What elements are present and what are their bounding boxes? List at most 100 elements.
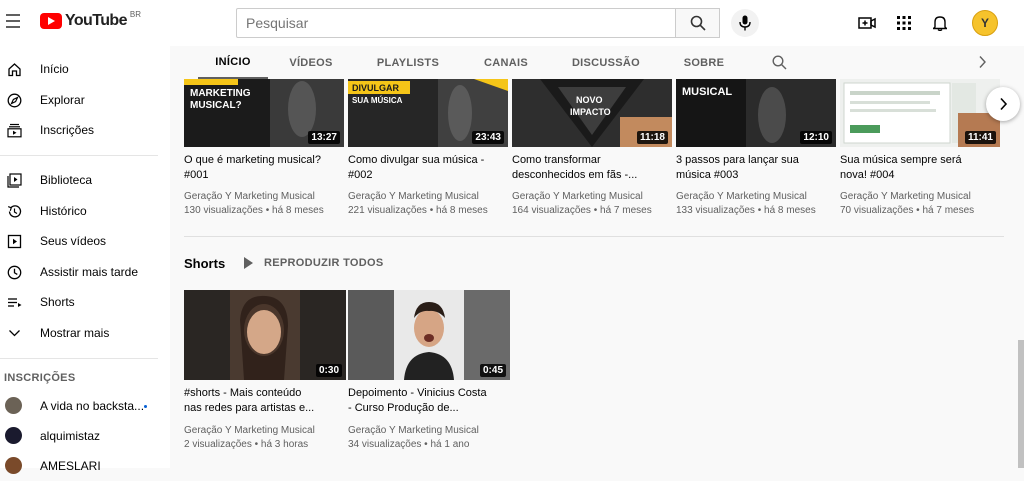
menu-icon[interactable] xyxy=(6,14,22,30)
view-count: 221 visualizações xyxy=(348,205,427,216)
video-channel[interactable]: Geração Y Marketing Musical xyxy=(840,191,1000,202)
video-meta: 164 visualizações • há 7 meses xyxy=(512,205,682,216)
sidebar-item-show-more[interactable]: Mostrar mais xyxy=(0,318,170,348)
sidebar-divider xyxy=(0,358,158,359)
video-title[interactable]: Depoimento - Vinicius Costa - Curso Prod… xyxy=(348,386,508,416)
history-icon xyxy=(6,203,22,219)
video-title[interactable]: O que é marketing musical? #001 xyxy=(184,153,344,183)
meta-separator: • xyxy=(265,205,270,216)
sidebar-item-subscriptions[interactable]: Inscrições xyxy=(0,115,170,145)
upload-age: há 7 meses xyxy=(922,205,975,216)
channel-search-button[interactable] xyxy=(772,55,787,75)
shelf-divider xyxy=(184,236,1004,237)
subscription-label: AMESLARI xyxy=(40,459,101,473)
account-avatar[interactable]: Y xyxy=(972,10,998,36)
sidebar-item-label: Biblioteca xyxy=(40,173,93,187)
video-meta: 2 visualizações • há 3 horas xyxy=(184,439,354,450)
video-channel[interactable]: Geração Y Marketing Musical xyxy=(184,191,344,202)
create-video-icon xyxy=(858,17,876,29)
tab-inicio[interactable]: INÍCIO xyxy=(198,46,268,79)
tab-playlists[interactable]: PLAYLISTS xyxy=(366,46,450,79)
search-input[interactable] xyxy=(237,9,675,37)
sidebar-item-label: Mostrar mais xyxy=(40,326,110,340)
notifications-button[interactable] xyxy=(930,13,950,33)
video-thumbnail[interactable]: NOVO IMPACTO 11:18 xyxy=(512,79,672,147)
sidebar-item-label: Assistir mais tarde xyxy=(40,265,139,279)
sidebar-item-shorts[interactable]: Shorts xyxy=(0,287,170,317)
short-thumbnail[interactable]: 0:30 xyxy=(184,290,346,380)
video-title[interactable]: Sua música sempre será nova! #004 xyxy=(840,153,1000,183)
mic-icon xyxy=(739,15,751,31)
video-duration: 12:10 xyxy=(800,131,832,144)
tab-discussao[interactable]: DISCUSSÃO xyxy=(568,46,644,79)
meta-separator: • xyxy=(254,439,259,450)
sidebar-item-label: Início xyxy=(40,62,69,76)
video-duration: 13:27 xyxy=(308,131,340,144)
sidebar-item-label: Explorar xyxy=(40,93,85,107)
video-channel[interactable]: Geração Y Marketing Musical xyxy=(184,425,344,436)
thumbnail-text: SUA MÚSICA xyxy=(352,96,403,105)
video-thumbnail[interactable]: 11:41 xyxy=(840,79,1000,147)
upload-age: há 8 meses xyxy=(272,205,324,216)
sidebar-item-label: Histórico xyxy=(40,204,87,218)
subscriptions-icon xyxy=(6,122,22,138)
thumbnail-text: IMPACTO xyxy=(570,107,611,117)
tab-canais[interactable]: CANAIS xyxy=(476,46,536,79)
video-meta: 130 visualizações • há 8 meses xyxy=(184,205,354,216)
create-video-button[interactable] xyxy=(857,13,877,33)
view-count: 133 visualizações xyxy=(676,205,755,216)
shelf-next-button[interactable] xyxy=(986,87,1020,121)
video-channel[interactable]: Geração Y Marketing Musical xyxy=(348,191,508,202)
channel-content: MARKETING MUSICAL? 13:27 O que é marketi… xyxy=(170,79,1024,468)
channel-avatar xyxy=(5,427,22,444)
video-title[interactable]: Como divulgar sua música - #002 xyxy=(348,153,508,183)
sidebar-item-watch-later[interactable]: Assistir mais tarde xyxy=(0,257,170,287)
video-meta: 221 visualizações • há 8 meses xyxy=(348,205,518,216)
thumbnail-text: MARKETING xyxy=(190,88,251,99)
voice-search-button[interactable] xyxy=(731,9,759,37)
video-thumbnail[interactable]: MARKETING MUSICAL? 13:27 xyxy=(184,79,344,147)
apps-grid-icon xyxy=(897,16,911,30)
video-title[interactable]: Como transformar desconhecidos em fãs -.… xyxy=(512,153,672,183)
page-scrollbar[interactable] xyxy=(1018,340,1024,468)
sidebar-item-library[interactable]: Biblioteca xyxy=(0,165,170,195)
video-channel[interactable]: Geração Y Marketing Musical xyxy=(676,191,836,202)
shorts-shelf-title[interactable]: Shorts xyxy=(184,256,225,271)
sidebar-item-home[interactable]: Início xyxy=(0,54,170,84)
sidebar-item-your-videos[interactable]: Seus vídeos xyxy=(0,226,170,256)
chevron-right-icon xyxy=(999,97,1007,111)
tab-sobre[interactable]: SOBRE xyxy=(676,46,732,79)
upload-age: há 8 meses xyxy=(436,205,488,216)
logo-text: YouTube xyxy=(65,12,127,29)
subscription-item[interactable]: A vida no backsta... xyxy=(0,391,170,421)
short-thumbnail[interactable]: 0:45 xyxy=(348,290,510,380)
play-all-button[interactable]: REPRODUZIR TODOS xyxy=(244,257,384,269)
library-icon xyxy=(6,172,22,188)
new-content-dot xyxy=(144,405,147,408)
video-meta: 70 visualizações • há 7 meses xyxy=(840,205,1010,216)
video-channel[interactable]: Geração Y Marketing Musical xyxy=(348,425,508,436)
video-thumbnail[interactable]: DIVULGAR SUA MÚSICA 23:43 xyxy=(348,79,508,147)
tabs-scroll-right[interactable] xyxy=(978,55,987,74)
video-thumbnail[interactable]: MUSICAL 12:10 xyxy=(676,79,836,147)
youtube-play-icon xyxy=(40,13,62,29)
video-channel[interactable]: Geração Y Marketing Musical xyxy=(512,191,672,202)
subscription-label: alquimistaz xyxy=(40,429,101,443)
video-title[interactable]: #shorts - Mais conteúdo nas redes para a… xyxy=(184,386,344,416)
sidebar-item-explore[interactable]: Explorar xyxy=(0,85,170,115)
compass-icon xyxy=(6,92,22,108)
play-icon xyxy=(244,257,253,269)
video-meta: 133 visualizações • há 8 meses xyxy=(676,205,846,216)
search-button[interactable] xyxy=(675,8,720,38)
channel-avatar xyxy=(5,457,22,474)
tab-videos[interactable]: VÍDEOS xyxy=(278,46,344,79)
search-icon xyxy=(690,15,706,31)
apps-button[interactable] xyxy=(894,13,914,33)
video-duration: 11:41 xyxy=(964,131,996,144)
youtube-logo[interactable]: YouTube BR xyxy=(40,10,141,30)
bell-icon xyxy=(933,16,947,31)
sidebar-item-history[interactable]: Histórico xyxy=(0,196,170,226)
video-title[interactable]: 3 passos para lançar sua música #003 xyxy=(676,153,836,183)
subscription-item[interactable]: alquimistaz xyxy=(0,421,170,451)
subscription-item[interactable]: AMESLARI xyxy=(0,451,170,481)
